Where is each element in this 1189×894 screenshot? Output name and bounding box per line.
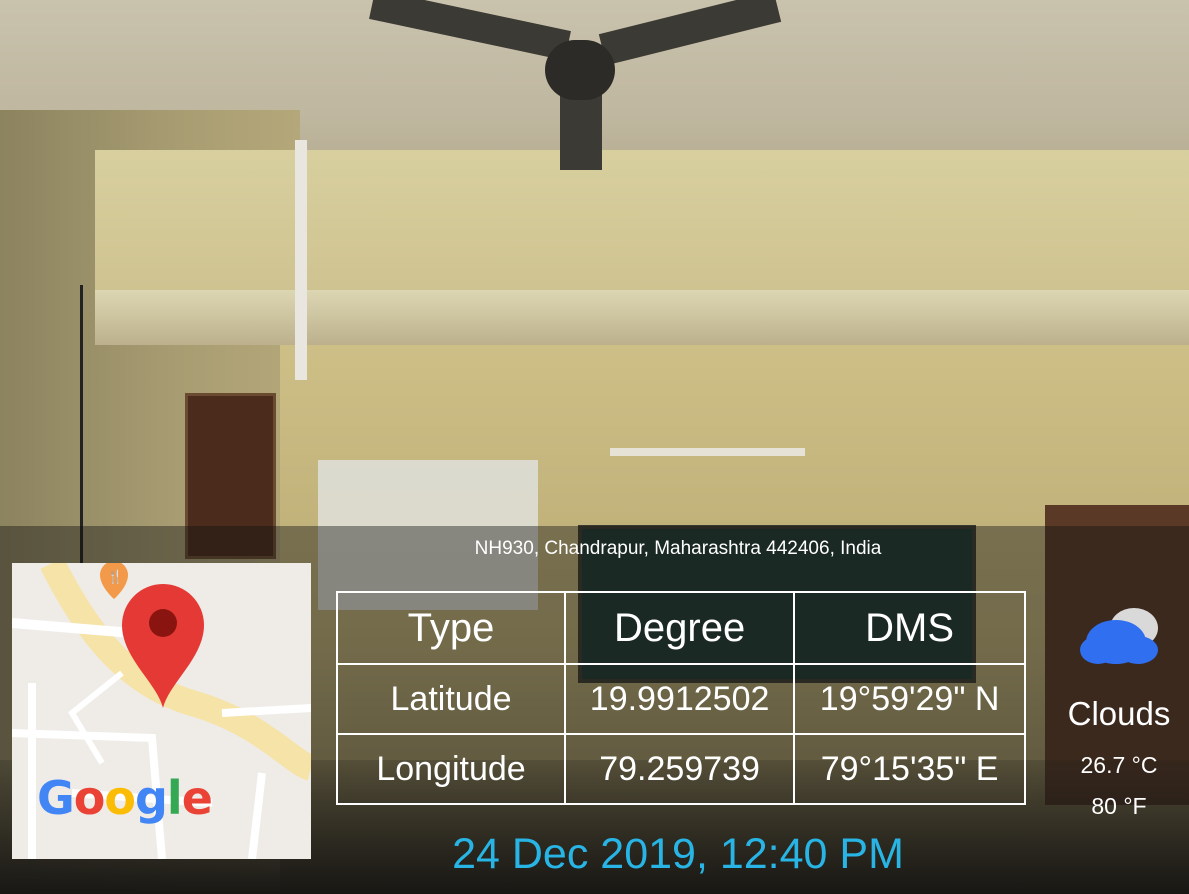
cloud-icon (1080, 608, 1158, 664)
restaurant-icon: 🍴 (100, 563, 128, 599)
projector-pole (295, 140, 307, 380)
map-thumbnail[interactable]: 🍴 Google (12, 563, 311, 859)
address-text: NH930, Chandrapur, Maharashtra 442406, I… (474, 538, 882, 559)
weather-condition: Clouds (1067, 695, 1171, 732)
longitude-dms: 79°15'35" E (793, 733, 1026, 805)
table-row: Longitude 79.259739 79°15'35" E (335, 733, 1026, 805)
date-time-stamp: 24 Dec 2019, 12:40 PM (452, 830, 904, 878)
coordinates-table: Type Degree DMS Latitude 19.9912502 19°5… (335, 591, 1026, 805)
table-header-row: Type Degree DMS (335, 591, 1026, 665)
latitude-label: Latitude (335, 663, 567, 735)
google-logo: Google (37, 771, 213, 825)
ceiling-beam (95, 290, 1189, 345)
header-type: Type (335, 591, 567, 665)
temperature-fahrenheit: 80 °F (1091, 793, 1147, 819)
fan-blade-down (560, 90, 602, 170)
latitude-degree: 19.9912502 (564, 663, 796, 735)
table-row: Latitude 19.9912502 19°59'29" N (335, 663, 1026, 735)
longitude-label: Longitude (335, 733, 567, 805)
tube-light (610, 448, 805, 456)
temperature-celsius: 26.7 °C (1080, 752, 1158, 778)
latitude-dms: 19°59'29" N (793, 663, 1026, 735)
svg-text:🍴: 🍴 (107, 569, 123, 585)
header-degree: Degree (564, 591, 796, 665)
longitude-degree: 79.259739 (564, 733, 796, 805)
header-dms: DMS (793, 591, 1026, 665)
fan-hub (545, 40, 615, 100)
